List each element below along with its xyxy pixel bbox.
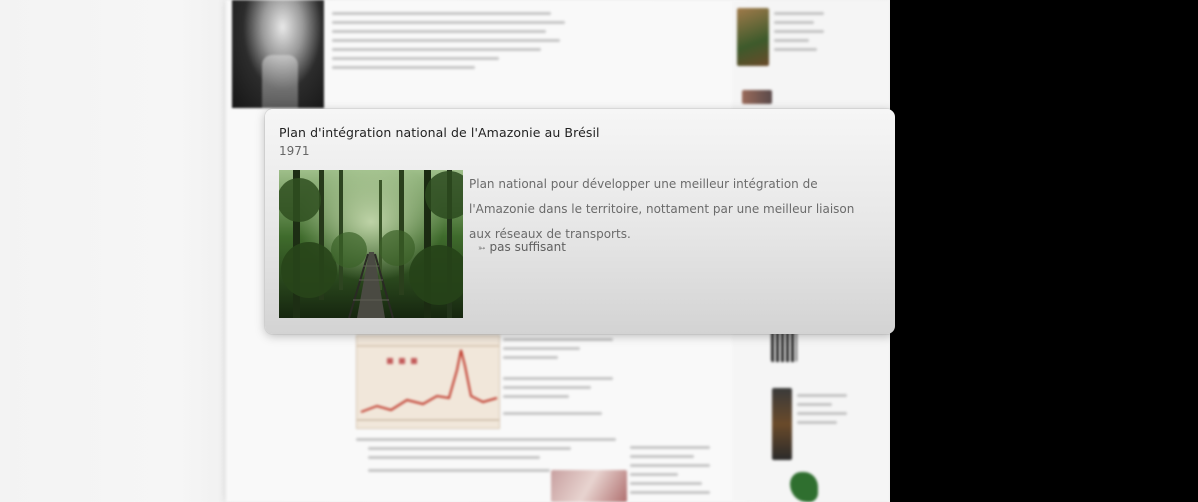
background-article-thumb	[551, 470, 627, 502]
background-text-block	[503, 332, 613, 421]
link-label: pas suffisant	[489, 240, 566, 254]
background-sidebar-text	[774, 6, 824, 57]
background-text-block	[332, 6, 570, 75]
background-sidebar-thumb	[737, 8, 769, 66]
popup-year: 1971	[279, 144, 310, 158]
background-chart-thumb	[356, 335, 500, 429]
background-sidebar-thumb	[771, 332, 797, 362]
popup-title: Plan d'intégration national de l'Amazoni…	[279, 125, 600, 140]
background-sidebar-thumb	[772, 388, 792, 460]
background-sidebar-thumb	[742, 90, 772, 104]
timeline-event-popup: Plan d'intégration national de l'Amazoni…	[265, 109, 895, 334]
background-text-block	[630, 440, 710, 500]
forest-boardwalk-image	[279, 170, 463, 318]
popup-description: Plan national pour développer une meille…	[469, 177, 855, 241]
arrow-right-icon: ➳	[478, 244, 486, 254]
background-portrait-image	[232, 0, 324, 108]
background-sidebar-text	[797, 388, 847, 430]
pas-suffisant-link[interactable]: ➳ pas suffisant	[478, 240, 566, 254]
